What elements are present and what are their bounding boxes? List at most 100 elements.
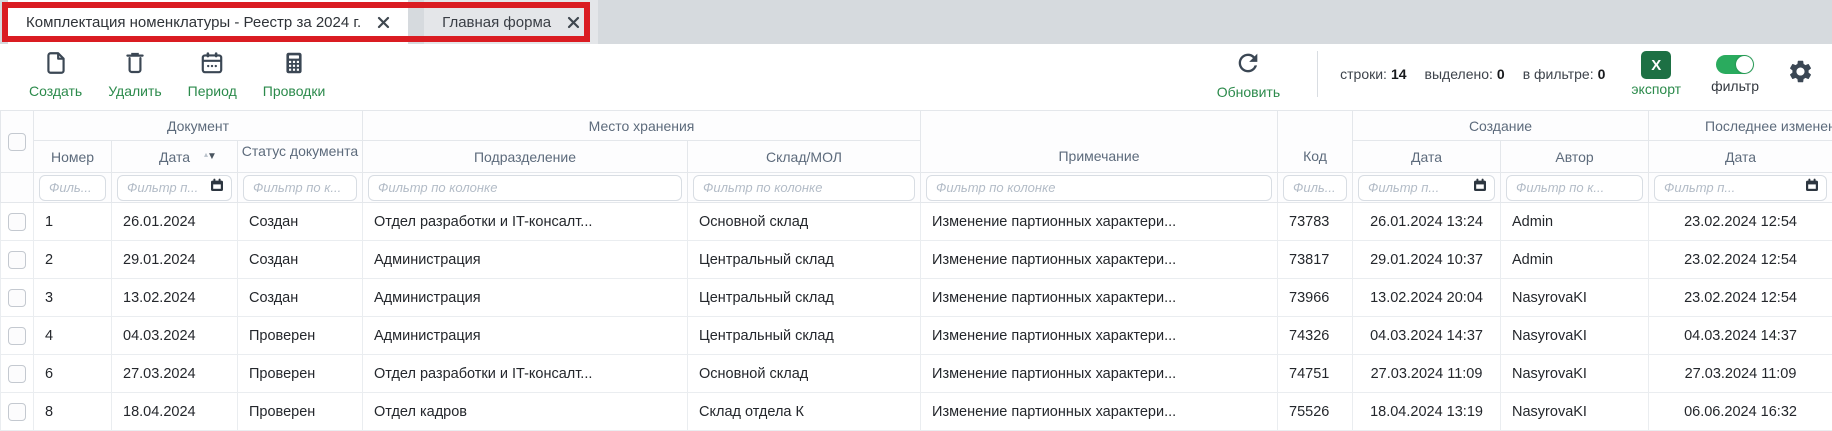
column-header-warehouse[interactable]: Склад/МОЛ [688,141,921,173]
filter-code-input[interactable] [1291,179,1339,196]
cell-changed-date: 23.02.2024 12:54 [1649,241,1832,279]
column-header-changed-date[interactable]: Дата [1649,141,1832,173]
toggle-switch-icon[interactable] [1716,55,1754,74]
cell-warehouse: Центральный склад [688,317,921,355]
filter-number[interactable] [39,175,106,201]
cell-created-date: 04.03.2024 14:37 [1353,317,1501,355]
filter-date[interactable] [117,175,232,201]
column-header-status[interactable]: Статус документа [238,141,363,173]
tab-main-form[interactable]: Главная форма [424,0,598,44]
filter-status[interactable] [243,175,357,201]
create-button-label: Создать [29,84,82,98]
sort-indicator-icon[interactable]: ▴▼ [204,150,216,162]
export-button[interactable]: X экспорт [1631,51,1681,97]
filter-note[interactable] [926,175,1272,201]
cell-author: NasyrovaKI [1501,279,1649,317]
cell-changed-date: 23.02.2024 12:54 [1649,203,1832,241]
table-row[interactable]: 6 27.03.2024 Проверен Отдел разработки и… [1,355,1832,393]
cell-created-date: 29.01.2024 10:37 [1353,241,1501,279]
filter-toggle[interactable]: фильтр [1711,55,1759,94]
postings-button-label: Проводки [263,84,326,98]
column-header-department[interactable]: Подразделение [363,141,688,173]
cell-code: 73817 [1278,241,1353,279]
create-button[interactable]: Создать [16,50,95,98]
table-row[interactable]: 4 04.03.2024 Проверен Администрация Цент… [1,317,1832,355]
filter-code[interactable] [1283,175,1347,201]
cell-number: 6 [34,355,112,393]
column-header-number[interactable]: Номер [34,141,112,173]
row-checkbox[interactable] [8,327,26,345]
cell-note: Изменение партионных характери... [921,317,1278,355]
row-checkbox[interactable] [8,251,26,269]
period-button[interactable]: Период [175,50,250,98]
gear-icon [1787,58,1814,90]
filter-note-input[interactable] [934,179,1264,196]
table-row[interactable]: 1 26.01.2024 Создан Отдел разработки и I… [1,203,1832,241]
filter-row [1,173,1832,203]
select-all-checkbox[interactable] [8,133,26,151]
filter-created-date-input[interactable] [1366,179,1469,196]
calendar-small-icon[interactable] [210,178,224,197]
column-header-note[interactable]: Примечание [921,111,1278,173]
filter-author-input[interactable] [1514,179,1635,196]
filter-changed-date[interactable] [1654,175,1827,201]
row-checkbox[interactable] [8,289,26,307]
filter-department-input[interactable] [376,179,674,196]
close-icon[interactable] [567,16,580,29]
filter-warehouse-input[interactable] [701,179,907,196]
table-row[interactable]: 2 29.01.2024 Создан Администрация Центра… [1,241,1832,279]
settings-button[interactable] [1787,58,1814,90]
calendar-small-icon[interactable] [1473,178,1487,197]
calculator-icon [281,50,307,81]
table-row[interactable]: 3 13.02.2024 Создан Администрация Центра… [1,279,1832,317]
row-checkbox[interactable] [8,403,26,421]
column-header-author[interactable]: Автор [1501,141,1649,173]
postings-button[interactable]: Проводки [250,50,339,98]
cell-code: 73966 [1278,279,1353,317]
column-header-created-date[interactable]: Дата [1353,141,1501,173]
filter-department[interactable] [368,175,682,201]
cell-date: 29.01.2024 [112,241,238,279]
row-checkbox[interactable] [8,365,26,383]
tab-bar: Комплектация номенклатуры - Реестр за 20… [0,0,1832,44]
column-header-code[interactable]: Код [1278,111,1353,173]
filter-number-input[interactable] [47,179,98,196]
cell-created-date: 13.02.2024 20:04 [1353,279,1501,317]
cell-code: 74326 [1278,317,1353,355]
cell-number: 4 [34,317,112,355]
cell-warehouse: Центральный склад [688,241,921,279]
delete-button-label: Удалить [108,84,161,98]
cell-status: Создан [238,279,363,317]
period-button-label: Период [188,84,237,98]
cell-created-date: 27.03.2024 11:09 [1353,355,1501,393]
cell-author: Admin [1501,241,1649,279]
cell-note: Изменение партионных характери... [921,279,1278,317]
cell-author: NasyrovaKI [1501,355,1649,393]
close-icon[interactable] [377,16,390,29]
group-header-last-change: Последнее изменение [1649,111,1832,141]
tab-registry-label: Комплектация номенклатуры - Реестр за 20… [26,14,361,31]
toolbar-divider [1317,51,1318,97]
filter-author[interactable] [1506,175,1643,201]
excel-icon: X [1641,51,1671,79]
refresh-button[interactable]: Обновить [1204,49,1293,99]
filter-warehouse[interactable] [693,175,915,201]
column-header-date[interactable]: Дата▴▼ [112,141,238,173]
filter-created-date[interactable] [1358,175,1495,201]
registry-table: Документ Место хранения Примечание Код С… [0,110,1832,431]
filter-date-input[interactable] [125,179,206,196]
filter-changed-date-input[interactable] [1662,179,1801,196]
export-button-label: экспорт [1631,81,1681,97]
tab-registry[interactable]: Комплектация номенклатуры - Реестр за 20… [8,0,408,44]
cell-date: 26.01.2024 [112,203,238,241]
cell-note: Изменение партионных характери... [921,203,1278,241]
cell-author: NasyrovaKI [1501,317,1649,355]
row-checkbox[interactable] [8,213,26,231]
delete-button[interactable]: Удалить [95,50,174,98]
group-header-row: Документ Место хранения Примечание Код С… [1,111,1832,141]
new-document-icon [43,50,69,81]
filtered-count: в фильтре:0 [1523,66,1606,82]
calendar-small-icon[interactable] [1805,178,1819,197]
cell-department: Администрация [363,279,688,317]
filter-status-input[interactable] [251,179,349,196]
